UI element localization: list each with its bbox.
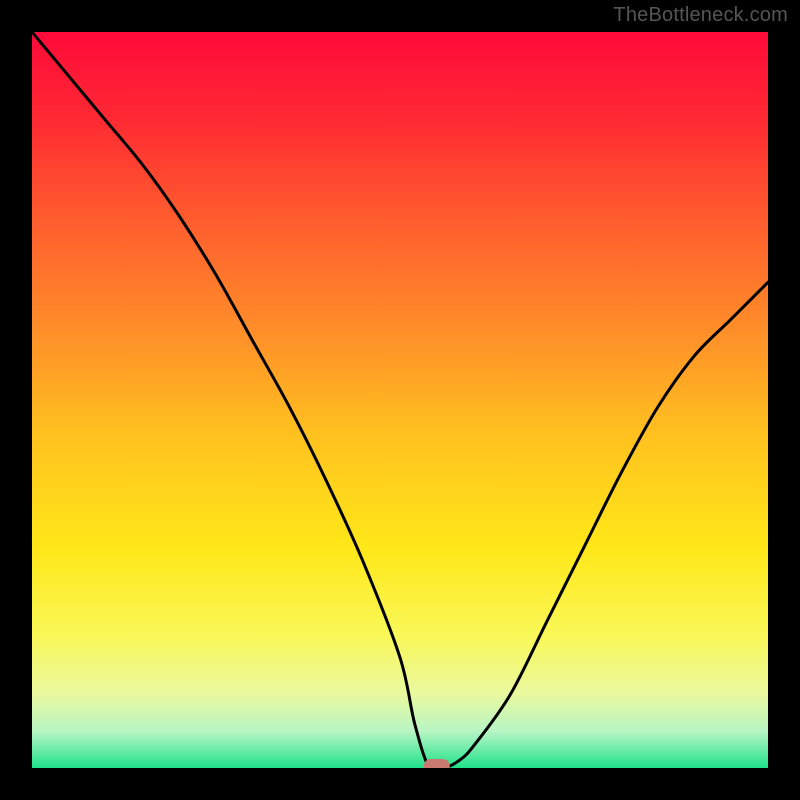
chart-frame: TheBottleneck.com (0, 0, 800, 800)
optimum-marker (424, 759, 450, 768)
bottleneck-chart (32, 32, 768, 768)
plot-area (32, 32, 768, 768)
watermark-text: TheBottleneck.com (613, 4, 788, 27)
